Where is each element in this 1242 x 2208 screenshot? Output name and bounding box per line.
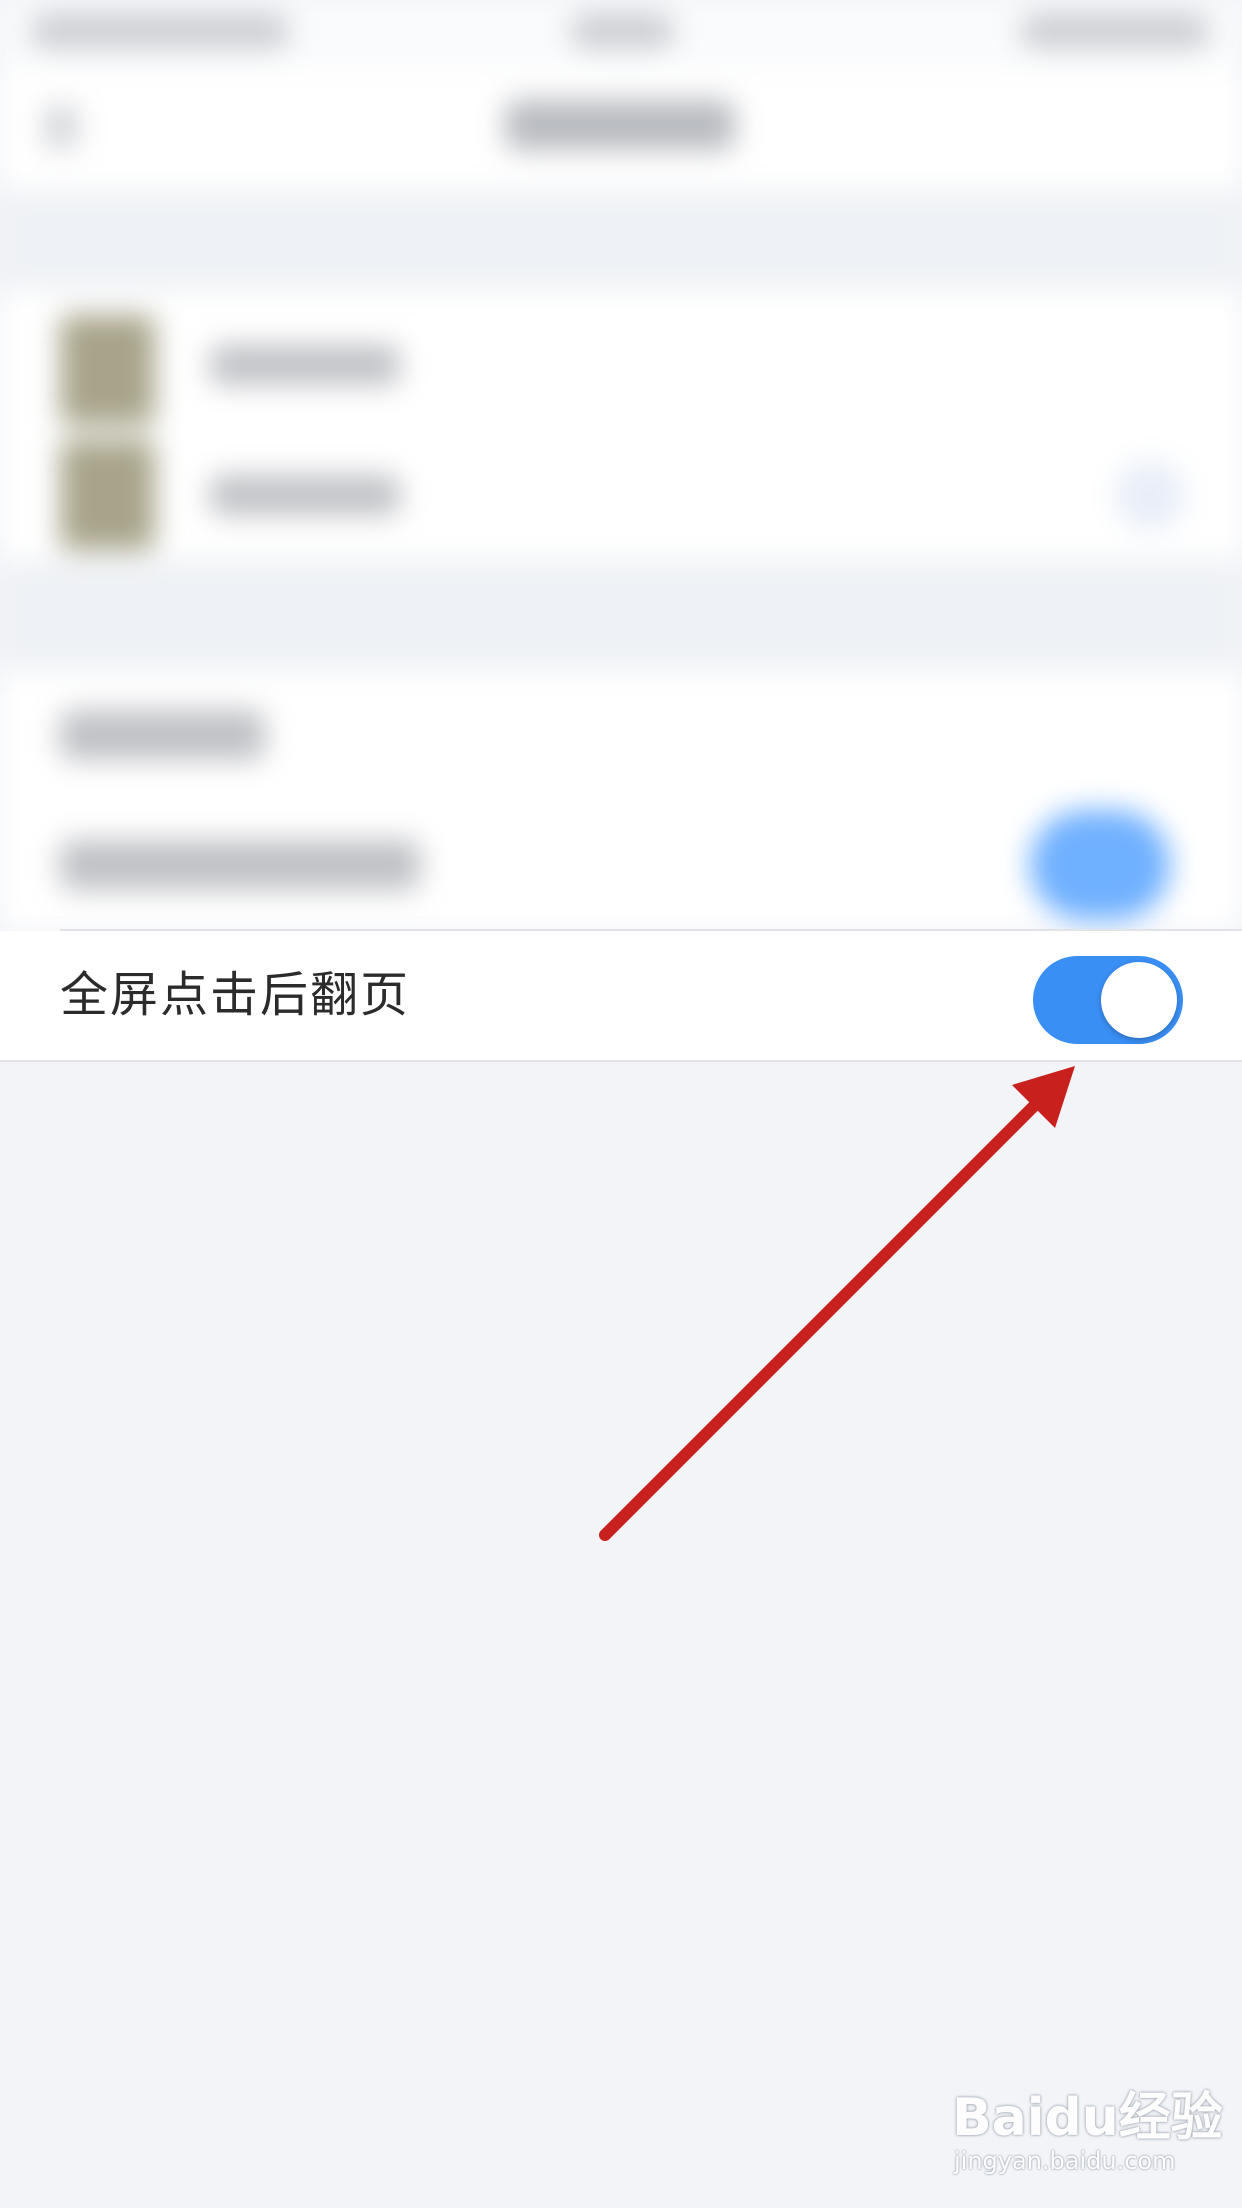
toggle-switch[interactable] bbox=[1030, 810, 1170, 920]
settings-group-1 bbox=[0, 290, 1242, 560]
option-label bbox=[210, 345, 400, 385]
section-header bbox=[60, 710, 265, 760]
toggle-knob[interactable] bbox=[1101, 962, 1177, 1038]
option-thumbnail[interactable] bbox=[60, 440, 155, 550]
page-title bbox=[505, 100, 735, 150]
watermark: Baidu经验 jingyan.baidu.com bbox=[952, 2075, 1223, 2185]
option-label bbox=[210, 475, 400, 515]
watermark-url: jingyan.baidu.com bbox=[954, 2147, 1176, 2175]
watermark-brand: Baidu经验 bbox=[952, 2088, 1223, 2148]
option-thumbnail[interactable] bbox=[60, 315, 155, 425]
status-bar bbox=[0, 0, 1242, 70]
blurred-settings-area bbox=[0, 0, 1242, 930]
setting-row-fullscreen-tap-page-turn[interactable]: 全屏点击后翻页 bbox=[0, 931, 1242, 1062]
back-icon[interactable] bbox=[44, 105, 78, 149]
toggle-switch[interactable] bbox=[1033, 956, 1183, 1044]
settings-screen: 全屏点击后翻页 Baidu经验 jingyan.baidu.com bbox=[0, 0, 1242, 2208]
option-label bbox=[60, 840, 420, 890]
setting-label: 全屏点击后翻页 bbox=[60, 967, 411, 1023]
check-icon bbox=[1115, 460, 1185, 530]
